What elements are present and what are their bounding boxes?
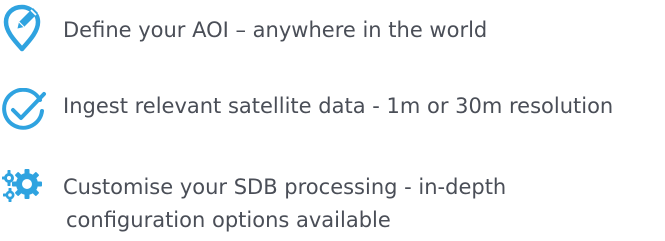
feature-text-continued: configuration options available — [66, 208, 391, 232]
feature-text: Customise your SDB processing - in-depth — [63, 175, 507, 199]
pin-pencil-icon — [3, 4, 41, 52]
gears-icon — [2, 169, 42, 202]
feature-define-aoi: Define your AOI – anywhere in the world — [0, 0, 665, 60]
feature-ingest-data: Ingest relevant satellite data - 1m or 3… — [0, 80, 665, 140]
feature-text: Define your AOI – anywhere in the world — [63, 18, 488, 42]
feature-customise-processing: Customise your SDB processing - in-depth… — [0, 160, 665, 241]
check-circle-icon — [2, 88, 46, 130]
feature-text: Ingest relevant satellite data - 1m or 3… — [63, 94, 614, 118]
